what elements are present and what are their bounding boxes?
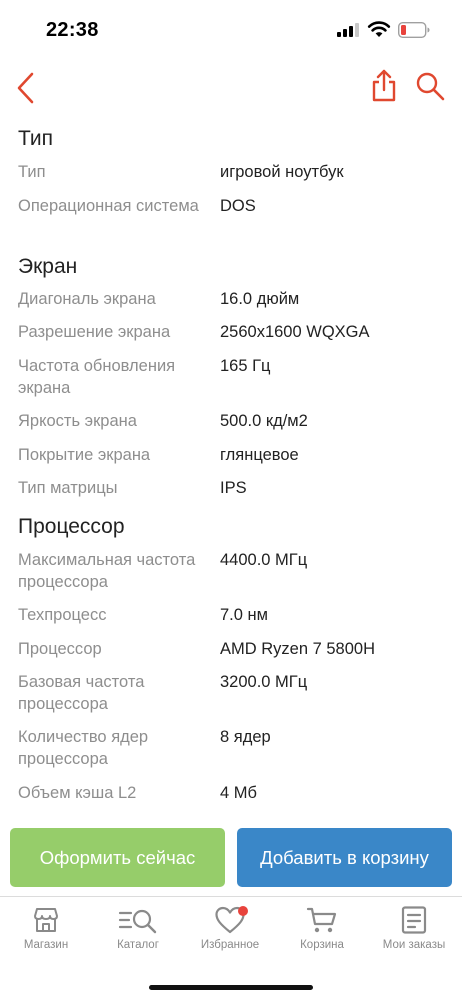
tab-my-orders[interactable]: Мои заказы: [368, 905, 460, 965]
spec-value-base-frequency: 3200.0 МГц: [220, 673, 308, 691]
status-bar: 22:38: [0, 0, 462, 58]
spec-label-cache-l2: Объем кэша L2: [18, 784, 137, 802]
spec-value-type: игровой ноутбук: [220, 163, 344, 181]
status-time: 22:38: [46, 19, 99, 41]
tab-bar: Магазин Каталог Избранное Корзина Мои за…: [0, 896, 462, 999]
tab-favorites[interactable]: Избранное: [184, 905, 276, 965]
spec-value-refresh-rate: 165 Гц: [220, 357, 271, 375]
spec-label-diagonal: Диагональ экрана: [18, 290, 156, 308]
wifi-icon: [367, 21, 391, 37]
spec-label-coating: Покрытие экрана: [18, 446, 151, 464]
spec-label-os: Операционная система: [18, 197, 199, 215]
spec-value-cache-l2: 4 Мб: [220, 784, 257, 802]
spec-value-resolution: 2560x1600 WQXGA: [220, 323, 370, 341]
spec-label-processor: Процессор: [18, 640, 102, 658]
spec-label-base-frequency: Базовая частота процессора: [18, 673, 145, 713]
spec-value-max-frequency: 4400.0 МГц: [220, 551, 308, 569]
orders-icon: [401, 906, 427, 934]
spec-value-process: 7.0 нм: [220, 606, 268, 624]
share-icon[interactable]: [369, 68, 399, 104]
spec-value-matrix: IPS: [220, 479, 247, 497]
catalog-search-icon: [118, 909, 157, 934]
spec-value-coating: глянцевое: [220, 446, 299, 464]
battery-icon: [398, 22, 430, 38]
home-indicator[interactable]: [149, 985, 313, 990]
back-chevron-icon[interactable]: [12, 68, 42, 108]
spec-label-brightness: Яркость экрана: [18, 412, 137, 430]
tab-my-orders-label: Мои заказы: [382, 939, 446, 951]
tab-favorites-label: Избранное: [200, 939, 260, 951]
spec-value-diagonal: 16.0 дюйм: [220, 290, 300, 308]
nav-bar: [0, 58, 462, 118]
spec-label-type: Тип: [18, 163, 46, 181]
tab-catalog-label: Каталог: [117, 939, 159, 951]
store-icon: [34, 908, 58, 932]
section-title-processor: Процессор: [18, 515, 125, 538]
spec-label-resolution: Разрешение экрана: [18, 323, 171, 341]
tab-store-label: Магазин: [23, 939, 69, 951]
tab-store[interactable]: Магазин: [0, 905, 92, 965]
search-icon[interactable]: [414, 70, 446, 102]
cellular-signal-icon: [337, 23, 359, 37]
action-buttons: Оформить сейчас Добавить в корзину: [0, 828, 462, 888]
spec-value-brightness: 500.0 кд/м2: [220, 412, 308, 430]
spec-label-max-frequency: Максимальная частота процессора: [18, 551, 196, 591]
checkout-now-button[interactable]: Оформить сейчас: [10, 828, 225, 887]
spec-value-os: DOS: [220, 197, 256, 215]
spec-value-cores: 8 ядер: [220, 728, 271, 746]
section-title-type: Тип: [18, 127, 54, 150]
cart-icon: [306, 907, 337, 933]
spec-label-matrix: Тип матрицы: [18, 479, 118, 497]
tab-cart-label: Корзина: [300, 939, 344, 951]
tab-cart[interactable]: Корзина: [276, 905, 368, 965]
spec-label-refresh-rate: Частота обновления экрана: [18, 357, 176, 397]
spec-value-processor: AMD Ryzen 7 5800H: [220, 640, 375, 658]
section-title-screen: Экран: [18, 255, 78, 278]
spec-label-process: Техпроцесс: [18, 606, 107, 624]
favorites-badge-dot: [238, 906, 248, 916]
add-to-cart-button[interactable]: Добавить в корзину: [237, 828, 452, 887]
tab-catalog[interactable]: Каталог: [92, 905, 184, 965]
spec-label-cores: Количество ядер процессора: [18, 728, 149, 768]
